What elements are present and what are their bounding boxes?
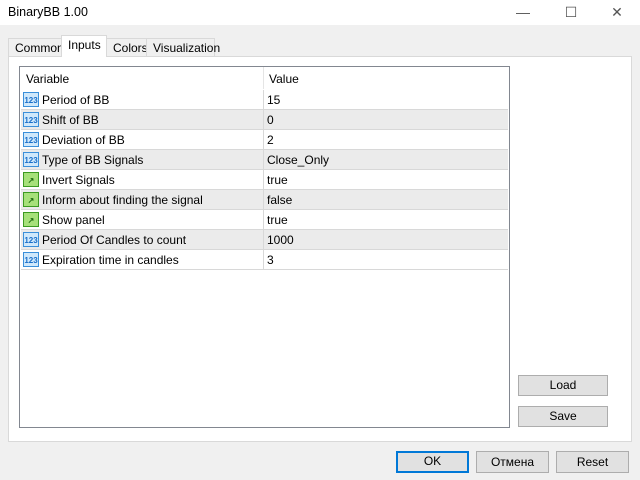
number-icon: 123 (23, 112, 39, 127)
variable-name: Shift of BB (42, 113, 99, 127)
cell-divider (263, 170, 264, 190)
variable-name: Show panel (42, 213, 105, 227)
tab-visualization[interactable]: Visualization (146, 38, 220, 56)
table-row[interactable]: ↗ Show panel true (21, 210, 508, 230)
maximize-button[interactable]: ☐ (548, 0, 594, 25)
cell-divider (263, 250, 264, 270)
variable-value[interactable]: 1000 (267, 233, 294, 247)
inputs-table: Variable Value 123 Period of BB 15 123 Sh… (19, 66, 510, 428)
cell-divider (263, 90, 264, 110)
title-bar: BinaryBB 1.00 — ☐ ✕ (0, 0, 640, 25)
header-value[interactable]: Value (269, 72, 299, 86)
variable-name: Period of BB (42, 93, 110, 107)
tab-colors[interactable]: Colors (106, 38, 148, 56)
number-icon: 123 (23, 92, 39, 107)
variable-name: Inform about finding the signal (42, 193, 203, 207)
cell-divider (263, 210, 264, 230)
table-row[interactable]: ↗ Inform about finding the signal false (21, 190, 508, 210)
save-button[interactable]: Save (518, 406, 608, 427)
variable-value[interactable]: true (267, 173, 288, 187)
number-icon: 123 (23, 232, 39, 247)
tab-common[interactable]: Common (8, 38, 64, 56)
cell-divider (263, 190, 264, 210)
variable-value[interactable]: false (267, 193, 292, 207)
variable-value[interactable]: Close_Only (267, 153, 329, 167)
header-variable[interactable]: Variable (26, 72, 69, 86)
variable-name: Type of BB Signals (42, 153, 144, 167)
variable-value[interactable]: 2 (267, 133, 274, 147)
variable-value[interactable]: 15 (267, 93, 280, 107)
load-button[interactable]: Load (518, 375, 608, 396)
variable-value[interactable]: 0 (267, 113, 274, 127)
table-row[interactable]: 123 Period of BB 15 (21, 90, 508, 110)
variable-name: Invert Signals (42, 173, 115, 187)
variable-name: Period Of Candles to count (42, 233, 187, 247)
number-icon: 123 (23, 152, 39, 167)
table-row[interactable]: 123 Expiration time in candles 3 (21, 250, 508, 270)
table-row[interactable]: 123 Type of BB Signals Close_Only (21, 150, 508, 170)
boolean-icon: ↗ (23, 212, 39, 227)
number-icon: 123 (23, 132, 39, 147)
variable-name: Deviation of BB (42, 133, 125, 147)
column-divider[interactable] (263, 67, 264, 89)
cell-divider (263, 230, 264, 250)
boolean-icon: ↗ (23, 192, 39, 207)
cell-divider (263, 130, 264, 150)
cell-divider (263, 150, 264, 170)
variable-name: Expiration time in candles (42, 253, 179, 267)
cancel-button[interactable]: Отмена (476, 451, 549, 473)
variable-value[interactable]: true (267, 213, 288, 227)
minimize-button[interactable]: — (500, 0, 546, 25)
boolean-icon: ↗ (23, 172, 39, 187)
close-button[interactable]: ✕ (594, 0, 640, 25)
reset-button[interactable]: Reset (556, 451, 629, 473)
variable-value[interactable]: 3 (267, 253, 274, 267)
window-title: BinaryBB 1.00 (8, 5, 88, 19)
table-row[interactable]: 123 Period Of Candles to count 1000 (21, 230, 508, 250)
ok-button[interactable]: OK (396, 451, 469, 473)
table-row[interactable]: 123 Shift of BB 0 (21, 110, 508, 130)
cell-divider (263, 110, 264, 130)
table-header: Variable Value (20, 67, 509, 89)
number-icon: 123 (23, 252, 39, 267)
table-row[interactable]: ↗ Invert Signals true (21, 170, 508, 190)
table-row[interactable]: 123 Deviation of BB 2 (21, 130, 508, 150)
tab-inputs[interactable]: Inputs (61, 35, 107, 57)
